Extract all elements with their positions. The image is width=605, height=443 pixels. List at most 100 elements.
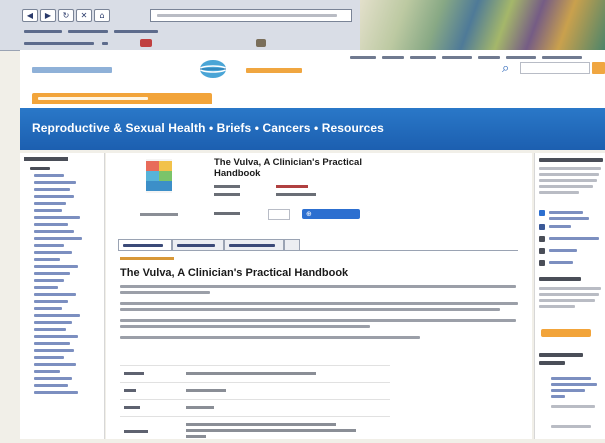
close-tab-icon[interactable] [102, 42, 108, 45]
category-link[interactable] [34, 335, 78, 338]
product-details-table [120, 365, 390, 443]
description-line [120, 302, 518, 305]
browser-tab[interactable] [24, 42, 94, 45]
category-link[interactable] [34, 181, 76, 184]
category-link[interactable] [34, 328, 66, 331]
category-link[interactable] [34, 244, 64, 247]
category-link[interactable] [34, 279, 64, 282]
related-link[interactable] [551, 389, 585, 392]
address-bar[interactable] [150, 9, 352, 22]
category-link[interactable] [34, 356, 64, 359]
category-link[interactable] [34, 391, 78, 394]
search-button[interactable] [592, 62, 605, 74]
category-link[interactable] [34, 195, 74, 198]
tab-details[interactable] [172, 239, 224, 250]
book-cover-image[interactable] [146, 159, 172, 193]
sidebar-text-line [539, 299, 595, 302]
utility-link[interactable] [350, 56, 376, 59]
home-icon[interactable]: ⌂ [94, 9, 110, 22]
category-link[interactable] [34, 251, 72, 254]
utility-link[interactable] [478, 56, 500, 59]
utility-link[interactable] [410, 56, 436, 59]
facebook-icon[interactable] [539, 224, 545, 230]
category-group-label[interactable] [30, 167, 50, 170]
share-link[interactable] [549, 249, 577, 252]
category-link[interactable] [34, 307, 62, 310]
category-link[interactable] [34, 237, 82, 240]
detail-row [120, 382, 390, 399]
category-link[interactable] [34, 370, 60, 373]
share-icon[interactable] [539, 210, 545, 216]
enlarge-image-link[interactable] [140, 213, 178, 216]
category-link[interactable] [34, 349, 74, 352]
browser-chrome: ◀ ▶ ↻ ✕ ⌂ [0, 0, 605, 51]
share-link[interactable] [549, 237, 599, 240]
section-heading: The Vulva, A Clinician's Practical Handb… [120, 267, 349, 279]
share-link[interactable] [549, 225, 571, 228]
breadcrumb[interactable] [120, 257, 174, 260]
category-link[interactable] [34, 293, 76, 296]
category-link[interactable] [34, 258, 60, 261]
category-link[interactable] [34, 342, 70, 345]
utility-link[interactable] [382, 56, 404, 59]
category-link[interactable] [34, 230, 74, 233]
forward-icon[interactable]: ▶ [40, 9, 56, 22]
search-input[interactable] [520, 62, 590, 74]
share-link[interactable] [549, 261, 573, 264]
category-link[interactable] [34, 300, 68, 303]
category-link[interactable] [34, 265, 78, 268]
category-link[interactable] [34, 384, 68, 387]
wish-list-heading [539, 277, 581, 281]
utility-link[interactable] [506, 56, 536, 59]
utility-links [350, 56, 605, 60]
category-link[interactable] [34, 272, 70, 275]
share-link[interactable] [549, 217, 589, 220]
category-link[interactable] [34, 377, 72, 380]
tab-description[interactable] [118, 239, 172, 250]
back-icon[interactable]: ◀ [22, 9, 38, 22]
nav-tab-active[interactable] [32, 93, 212, 104]
utility-link[interactable] [442, 56, 472, 59]
bookmark-item[interactable] [68, 30, 108, 33]
category-link[interactable] [34, 363, 76, 366]
sidebar-text-line [539, 167, 601, 170]
category-link[interactable] [34, 188, 70, 191]
tab-reviews[interactable] [224, 239, 284, 250]
share-link[interactable] [549, 211, 583, 214]
category-link[interactable] [34, 216, 80, 219]
category-link[interactable] [34, 202, 66, 205]
detail-label [124, 372, 144, 375]
site-logo-wordmark[interactable] [32, 67, 112, 73]
related-link[interactable] [551, 377, 591, 380]
bookmark-item[interactable] [24, 30, 62, 33]
category-link[interactable] [34, 209, 62, 212]
addon-icon[interactable] [140, 39, 152, 47]
left-sidebar [20, 153, 105, 439]
reload-icon[interactable]: ↻ [58, 9, 74, 22]
bookmark-item[interactable] [114, 30, 158, 33]
add-to-wish-list-button[interactable] [541, 329, 591, 337]
stop-icon[interactable]: ✕ [76, 9, 92, 22]
category-link[interactable] [34, 321, 72, 324]
bookmark-icon[interactable] [539, 260, 545, 266]
description-line [120, 285, 516, 288]
add-to-cart-button[interactable]: ⊕ [302, 209, 360, 219]
related-link[interactable] [551, 383, 597, 386]
email-icon[interactable] [539, 236, 545, 242]
category-link[interactable] [34, 314, 80, 317]
category-link[interactable] [34, 223, 68, 226]
related-link[interactable] [551, 395, 565, 398]
tab-strip [24, 39, 364, 49]
category-link[interactable] [34, 286, 58, 289]
tab-more[interactable] [284, 239, 300, 250]
detail-value [186, 429, 356, 432]
quantity-input[interactable] [268, 209, 290, 220]
category-link[interactable] [34, 174, 64, 177]
print-icon[interactable] [539, 248, 545, 254]
utility-link[interactable] [542, 56, 582, 59]
addon-icon[interactable] [256, 39, 266, 47]
search-icon[interactable]: ⌕ [502, 61, 509, 76]
detail-value [186, 406, 214, 409]
globe-logo-icon[interactable] [198, 58, 228, 80]
tab-label [177, 244, 215, 247]
